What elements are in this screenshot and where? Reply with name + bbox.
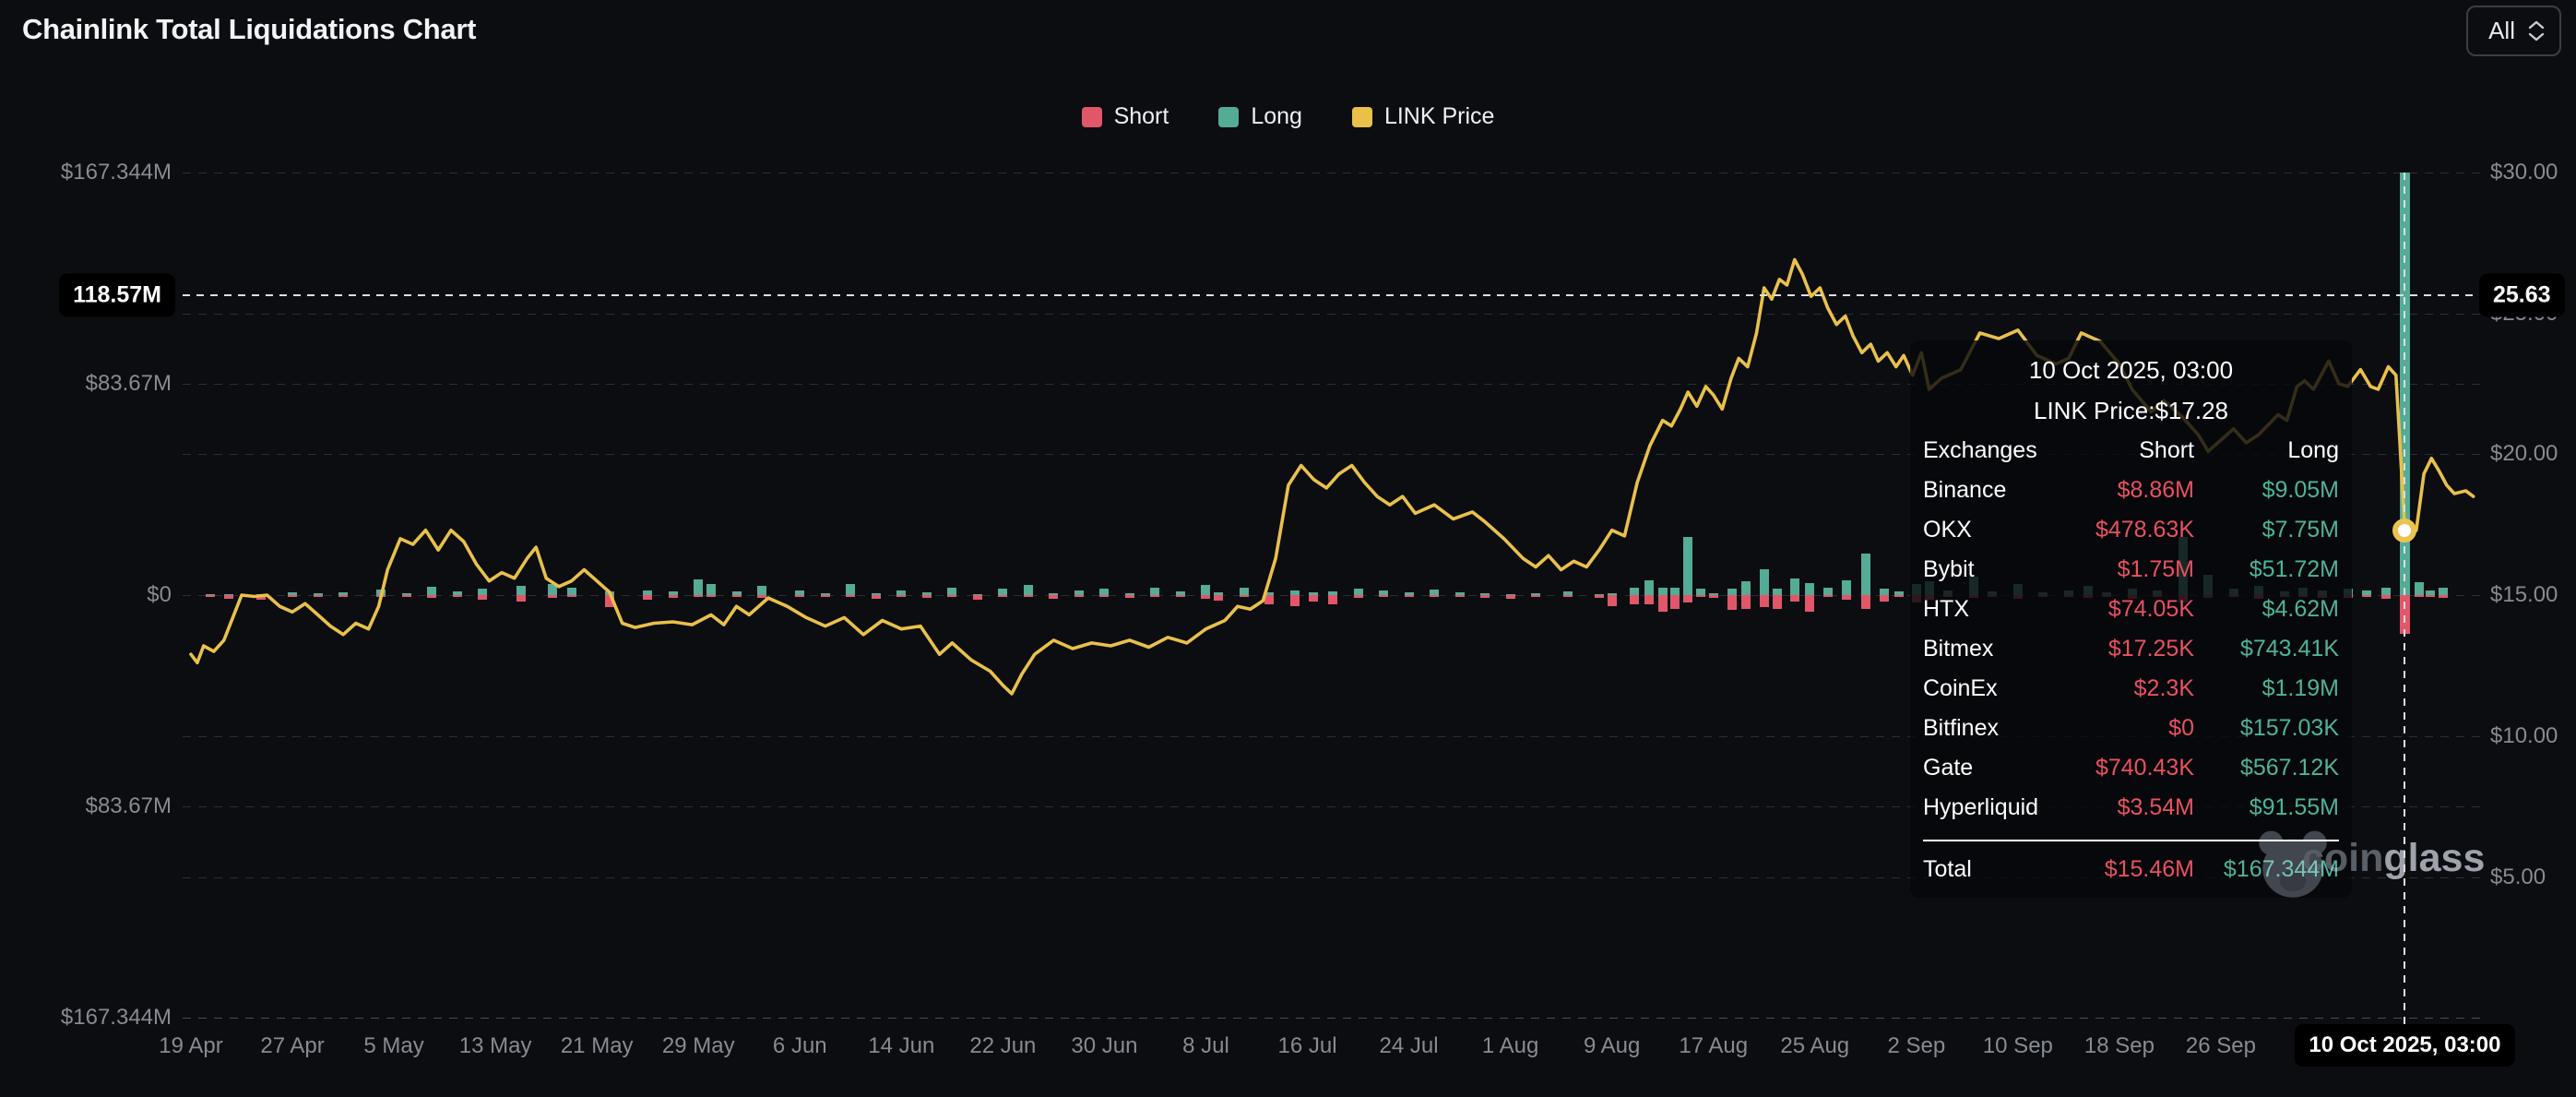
crosshair-horizontal-line [183, 294, 2483, 296]
page-title: Chainlink Total Liquidations Chart [22, 13, 476, 46]
tooltip-name-cell: HTX [1923, 596, 2047, 623]
chart-legend: Short Long LINK Price [0, 103, 2576, 130]
tooltip-exchange-row: Binance$8.86M$9.05M [1923, 471, 2339, 510]
tooltip-short-cell: $1.75M [2047, 556, 2194, 583]
tooltip-exchange-row: OKX$478.63K$7.75M [1923, 510, 2339, 550]
crosshair-price-dot [2392, 519, 2416, 543]
crosshair-date-box: 10 Oct 2025, 03:00 [2295, 1024, 2514, 1067]
tooltip-short-cell: $17.25K [2047, 636, 2194, 662]
tooltip-short-cell: $3.54M [2047, 794, 2194, 821]
legend-swatch-icon [1352, 107, 1372, 127]
tooltip-long-cell: $157.03K [2194, 715, 2339, 742]
tooltip-short-cell: $2.3K [2047, 675, 2194, 702]
tooltip-short-cell: $0 [2047, 715, 2194, 742]
crosshair-vertical-line [2404, 173, 2405, 1026]
tooltip-separator [1923, 840, 2339, 841]
tooltip-header-row: ExchangesShortLong [1923, 431, 2339, 471]
legend-item-long[interactable]: Long [1218, 103, 1302, 130]
tooltip-name-cell: Bitfinex [1923, 715, 2047, 742]
legend-item-short[interactable]: Short [1082, 103, 1169, 130]
legend-swatch-icon [1082, 107, 1102, 127]
tooltip-name-cell: Bitmex [1923, 636, 2047, 662]
legend-label: Short [1114, 103, 1169, 130]
tooltip-long-cell: $1.19M [2194, 675, 2339, 702]
tooltip-exchange-row: Bitmex$17.25K$743.41K [1923, 629, 2339, 669]
liquidations-chart-app: Chainlink Total Liquidations Chart All S… [0, 0, 2576, 1097]
tooltip-long-cell: $7.75M [2194, 517, 2339, 543]
tooltip-exchange-row: HTX$74.05K$4.62M [1923, 590, 2339, 629]
tooltip-name-cell: Exchanges [1923, 437, 2047, 464]
tooltip-exchange-row: Bitfinex$0$157.03K [1923, 709, 2339, 748]
tooltip-short-cell: Short [2047, 437, 2194, 464]
tooltip-long-cell: $51.72M [2194, 556, 2339, 583]
legend-label: LINK Price [1384, 103, 1494, 130]
tooltip-exchange-row: Hyperliquid$3.54M$91.55M [1923, 788, 2339, 828]
time-range-value: All [2488, 17, 2515, 45]
tooltip-date: 10 Oct 2025, 03:00 [1923, 350, 2339, 390]
legend-label: Long [1251, 103, 1302, 130]
tooltip-long-cell: Long [2194, 437, 2339, 464]
tooltip-exchange-row: CoinEx$2.3K$1.19M [1923, 669, 2339, 709]
tooltip-short-cell: $74.05K [2047, 596, 2194, 623]
tooltip-exchange-row: Gate$740.43K$567.12K [1923, 748, 2339, 788]
tooltip-long-cell: $567.12K [2194, 755, 2339, 781]
tooltip-short-cell: $478.63K [2047, 517, 2194, 543]
tooltip-long-cell: $4.62M [2194, 596, 2339, 623]
hover-tooltip: 10 Oct 2025, 03:00 LINK Price:$17.28 Exc… [1910, 340, 2352, 898]
tooltip-name-cell: Hyperliquid [1923, 794, 2047, 821]
crosshair-left-value-box: 118.57M [59, 274, 175, 317]
tooltip-name-cell: Gate [1923, 755, 2047, 781]
tooltip-exchange-row: Bybit$1.75M$51.72M [1923, 550, 2339, 590]
select-chevrons-icon [2528, 20, 2545, 42]
tooltip-name-cell: Bybit [1923, 556, 2047, 583]
tooltip-name-cell: CoinEx [1923, 675, 2047, 702]
crosshair-right-value-box: 25.63 [2479, 274, 2565, 317]
tooltip-price: LINK Price:$17.28 [1923, 390, 2339, 431]
tooltip-long-cell: $743.41K [2194, 636, 2339, 662]
legend-item-link-price[interactable]: LINK Price [1352, 103, 1494, 130]
tooltip-short-cell: $740.43K [2047, 755, 2194, 781]
tooltip-long-cell: $91.55M [2194, 794, 2339, 821]
tooltip-name-cell: OKX [1923, 517, 2047, 543]
tooltip-total-row: Total $15.46M $167.344M [1923, 850, 2339, 889]
tooltip-exchange-table: ExchangesShortLongBinance$8.86M$9.05MOKX… [1923, 431, 2339, 828]
tooltip-short-cell: $8.86M [2047, 477, 2194, 504]
legend-swatch-icon [1218, 107, 1239, 127]
time-range-select[interactable]: All [2466, 6, 2561, 56]
tooltip-name-cell: Binance [1923, 477, 2047, 504]
tooltip-long-cell: $9.05M [2194, 477, 2339, 504]
